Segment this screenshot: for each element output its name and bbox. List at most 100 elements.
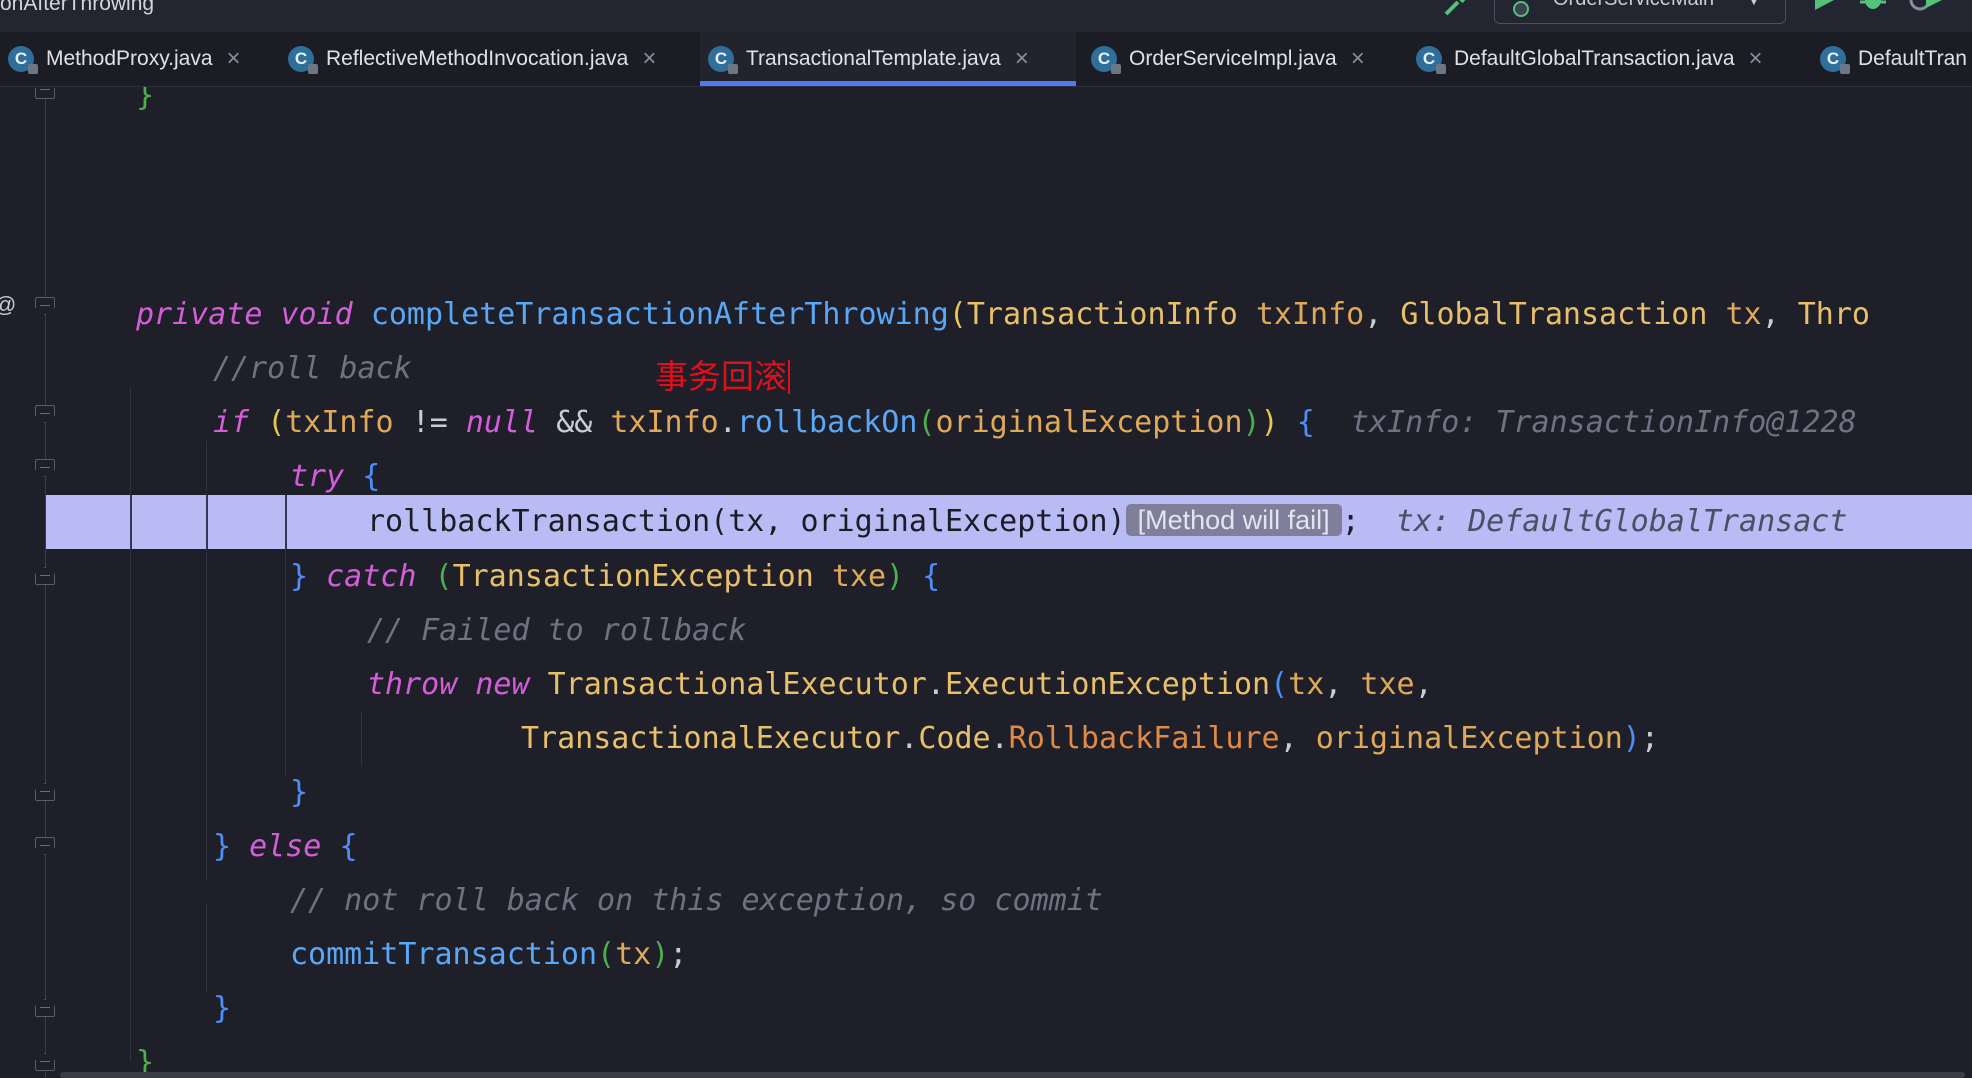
tab-orderserviceimpl[interactable]: C OrderServiceImpl.java × bbox=[1083, 32, 1365, 86]
paren: ) bbox=[651, 937, 670, 972]
close-icon[interactable]: × bbox=[227, 45, 241, 73]
brace: { bbox=[362, 459, 381, 494]
comment: // not roll back on this exception, so c… bbox=[290, 883, 1103, 918]
method-will-fail-badge: [Method will fail] bbox=[1125, 504, 1342, 536]
punct: ; bbox=[1341, 504, 1360, 539]
code-line[interactable]: throw new TransactionalExecutor.Executio… bbox=[0, 658, 1972, 712]
punct: . bbox=[900, 721, 919, 756]
class-icon: C bbox=[1416, 46, 1446, 74]
type-name: TransactionalExecutor bbox=[521, 721, 901, 756]
code-line[interactable]: } bbox=[0, 766, 1972, 820]
class-icon: C bbox=[8, 46, 38, 74]
code-line[interactable]: //roll back bbox=[0, 342, 1972, 396]
coverage-icon[interactable] bbox=[1908, 0, 1948, 22]
keyword: new bbox=[475, 667, 530, 702]
horizontal-scrollbar[interactable] bbox=[60, 1072, 1965, 1078]
code-line[interactable]: } else { bbox=[0, 820, 1972, 874]
tab-defaulttran[interactable]: C DefaultTran bbox=[1812, 32, 1972, 86]
paren: ) bbox=[1260, 405, 1279, 440]
param-name: tx bbox=[1725, 297, 1762, 332]
variable: txInfo bbox=[285, 405, 394, 440]
code-line-execution-point[interactable]: rollbackTransaction(tx, originalExceptio… bbox=[0, 495, 1972, 549]
paren: ( bbox=[597, 937, 616, 972]
paren: ( bbox=[434, 559, 453, 594]
type-name: TransactionInfo bbox=[966, 297, 1238, 332]
play-icon[interactable] bbox=[1810, 0, 1836, 22]
tab-label: MethodProxy.java bbox=[46, 47, 213, 70]
hammer-icon[interactable] bbox=[1440, 0, 1470, 26]
bug-icon[interactable] bbox=[1858, 0, 1888, 22]
comment: // Failed to rollback bbox=[367, 613, 747, 648]
variable: originalException bbox=[935, 405, 1243, 440]
run-config-selector[interactable]: OrderServiceMain ▼ bbox=[1494, 0, 1786, 24]
keyword: if bbox=[213, 405, 250, 440]
punct: ; bbox=[1640, 721, 1659, 756]
paren: ( bbox=[267, 405, 286, 440]
class-icon: C bbox=[1820, 46, 1850, 74]
type-name: Thro bbox=[1797, 297, 1870, 332]
punct: , bbox=[1279, 721, 1298, 756]
param-name: txe bbox=[831, 559, 887, 594]
keyword: null bbox=[465, 405, 539, 440]
punct: . bbox=[718, 405, 737, 440]
type-name: ExecutionException bbox=[944, 667, 1271, 702]
close-icon[interactable]: × bbox=[1351, 45, 1365, 73]
punct: , bbox=[1414, 667, 1433, 702]
class-icon: C bbox=[1091, 46, 1121, 74]
keyword: void bbox=[280, 297, 353, 332]
operator: && bbox=[556, 405, 593, 440]
param-name: txInfo bbox=[1255, 297, 1365, 332]
brace: } bbox=[290, 775, 309, 810]
method-name: completeTransactionAfterThrowing bbox=[370, 297, 949, 332]
inline-debug-value: tx: DefaultGlobalTransact bbox=[1395, 504, 1848, 539]
brace: } bbox=[213, 991, 232, 1026]
code-editor[interactable]: @ } private void completeTransactionAfte… bbox=[0, 87, 1972, 1078]
chevron-down-icon: ▼ bbox=[1745, 0, 1763, 10]
run-config-icon bbox=[1513, 1, 1529, 17]
tab-label: ReflectiveMethodInvocation.java bbox=[326, 47, 629, 70]
code-line[interactable]: // not roll back on this exception, so c… bbox=[0, 874, 1972, 928]
tab-defaultglobaltransaction[interactable]: C DefaultGlobalTransaction.java × bbox=[1408, 32, 1763, 86]
code-line[interactable]: private void completeTransactionAfterThr… bbox=[0, 288, 1972, 342]
editor-tab-bar: C MethodProxy.java × C ReflectiveMethodI… bbox=[0, 32, 1972, 87]
paren: ( bbox=[1270, 667, 1289, 702]
tab-transactionaltemplate[interactable]: C TransactionalTemplate.java × bbox=[700, 32, 1076, 86]
red-annotation-note: 事务回滚 bbox=[655, 350, 790, 398]
toolbar: onAfterThrowing OrderServiceMain ▼ bbox=[0, 0, 1972, 32]
inline-debug-value: txInfo: TransactionInfo@1228 bbox=[1350, 405, 1857, 440]
variable: txe bbox=[1360, 667, 1415, 702]
code-line[interactable]: TransactionalExecutor.Code.RollbackFailu… bbox=[0, 712, 1972, 766]
class-icon: C bbox=[288, 46, 318, 74]
paren: ) bbox=[886, 559, 905, 594]
enum-constant: RollbackFailure bbox=[1008, 721, 1280, 756]
brace: { bbox=[922, 559, 941, 594]
tab-reflectivemethodinvocation[interactable]: C ReflectiveMethodInvocation.java × bbox=[280, 32, 656, 86]
brace: } bbox=[136, 87, 155, 113]
tab-methodproxy[interactable]: C MethodProxy.java × bbox=[0, 32, 241, 86]
close-icon[interactable]: × bbox=[642, 45, 656, 73]
type-name: TransactionalExecutor bbox=[547, 667, 927, 702]
method-name: rollbackOn bbox=[736, 405, 918, 440]
keyword: try bbox=[290, 459, 345, 494]
type-name: TransactionException bbox=[452, 559, 814, 594]
code-line[interactable]: commitTransaction(tx); bbox=[0, 928, 1972, 982]
code-line[interactable]: } bbox=[0, 87, 1972, 123]
brace: { bbox=[339, 829, 358, 864]
punct: , bbox=[1364, 297, 1383, 332]
punct: , bbox=[1324, 667, 1343, 702]
code-line[interactable]: if (txInfo != null && txInfo.rollbackOn(… bbox=[0, 396, 1972, 450]
breadcrumb[interactable]: onAfterThrowing bbox=[0, 0, 154, 16]
text-caret bbox=[788, 360, 790, 394]
close-icon[interactable]: × bbox=[1015, 45, 1029, 73]
comment: //roll back bbox=[213, 351, 412, 386]
punct: ; bbox=[669, 937, 688, 972]
class-icon: C bbox=[708, 46, 738, 74]
code-line[interactable]: } catch (TransactionException txe) { bbox=[0, 550, 1972, 604]
tab-label: DefaultGlobalTransaction.java bbox=[1454, 47, 1735, 70]
code-line[interactable]: // Failed to rollback bbox=[0, 604, 1972, 658]
punct: . bbox=[990, 721, 1009, 756]
close-icon[interactable]: × bbox=[1749, 45, 1763, 73]
variable: tx bbox=[1288, 667, 1325, 702]
variable: originalException bbox=[1315, 721, 1623, 756]
code-line[interactable]: } bbox=[0, 982, 1972, 1036]
